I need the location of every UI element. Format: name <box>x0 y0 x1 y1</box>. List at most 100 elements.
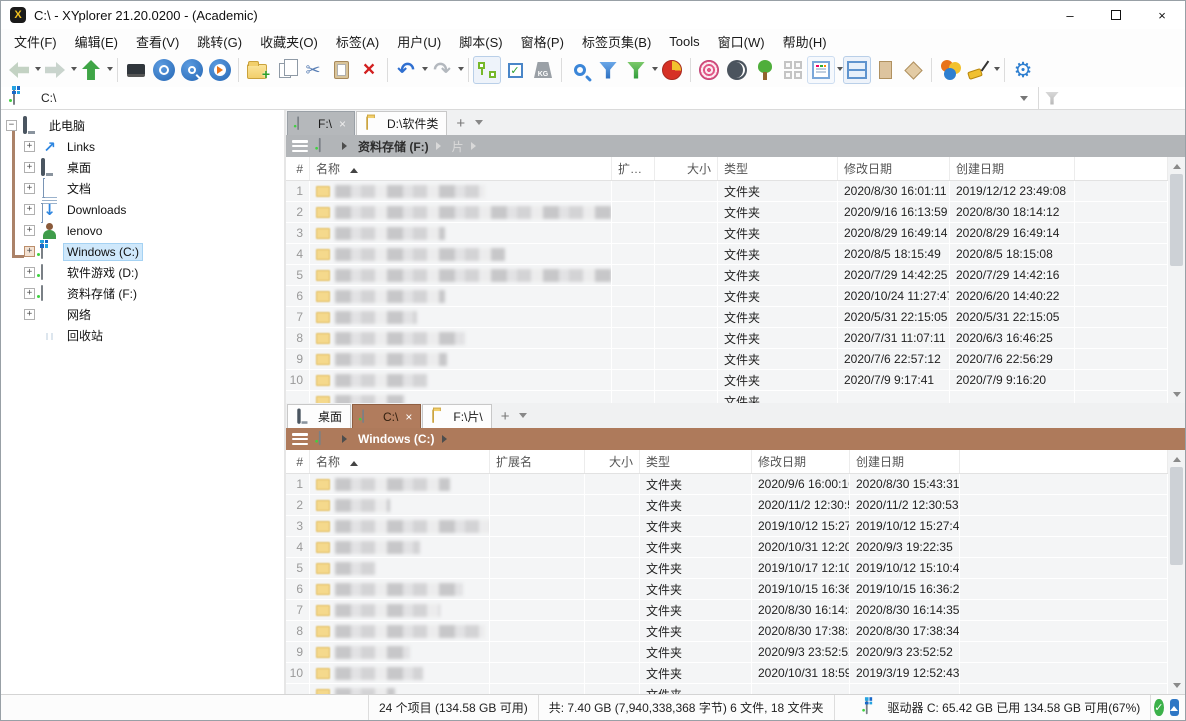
pane-menu-icon[interactable] <box>292 140 308 152</box>
status-ok-icon[interactable]: ✓ <box>1154 699 1163 716</box>
vertical-scrollbar[interactable] <box>1168 450 1185 694</box>
column-header-创建日期[interactable]: 创建日期 <box>850 450 960 473</box>
horizontal-panes-button[interactable] <box>843 56 871 84</box>
file-row[interactable]: 5文件夹2020/7/29 14:42:252020/7/29 14:42:16 <box>286 265 1168 286</box>
scroll-down-icon[interactable] <box>1168 386 1185 403</box>
address-bar[interactable]: C:\ <box>1 87 1185 110</box>
file-row[interactable]: 2文件夹2020/11/2 12:30:532020/11/2 12:30:53 <box>286 495 1168 516</box>
file-row[interactable]: 6文件夹2020/10/24 11:27:472020/6/20 14:40:2… <box>286 286 1168 307</box>
tree-item-label[interactable]: 软件游戏 (D:) <box>63 262 142 283</box>
redo-dropdown[interactable] <box>458 67 464 74</box>
tree-item-Links[interactable]: +↗Links <box>1 136 284 157</box>
menu-item-9[interactable]: 标签页集(B) <box>573 29 660 54</box>
tab-D:\软件类[interactable]: D:\软件类 <box>356 111 447 135</box>
file-row[interactable]: 1文件夹2020/9/6 16:00:162020/8/30 15:43:31 <box>286 474 1168 495</box>
menu-item-0[interactable]: 文件(F) <box>5 29 66 54</box>
maximize-button[interactable] <box>1093 1 1139 29</box>
seasonal-tree-button[interactable] <box>751 56 779 84</box>
column-header-大小[interactable]: 大小 <box>585 450 640 473</box>
configuration-button[interactable]: ⚙ <box>1009 56 1037 84</box>
tree-expander[interactable]: + <box>24 162 35 173</box>
tree-item-label[interactable]: Links <box>63 138 99 156</box>
tree-item-label[interactable]: 文档 <box>63 178 95 199</box>
file-row[interactable]: 4文件夹2020/8/5 18:15:492020/8/5 18:15:08 <box>286 244 1168 265</box>
crumb-segment[interactable]: Windows (C:) <box>358 432 435 446</box>
thumbnails-view-button[interactable] <box>779 56 807 84</box>
new-folder-button[interactable]: + <box>243 56 271 84</box>
tree-expander[interactable]: + <box>24 267 35 278</box>
file-row[interactable]: 9文件夹2020/9/3 23:52:522020/9/3 23:52:52 <box>286 642 1168 663</box>
tree-item-此电脑[interactable]: − 此电脑 <box>1 115 284 136</box>
folder-sizes-button[interactable]: KG <box>529 56 557 84</box>
column-header-#[interactable]: # <box>286 157 310 180</box>
tree-item-label[interactable]: 桌面 <box>63 157 95 178</box>
tree-item-label[interactable]: Windows (C:) <box>63 243 143 261</box>
new-tab-button[interactable]: + <box>456 115 465 132</box>
file-row[interactable]: 8文件夹2020/8/30 17:38:342020/8/30 17:38:34 <box>286 621 1168 642</box>
tree-expander[interactable]: + <box>24 204 35 215</box>
file-row[interactable]: 10文件夹2020/10/31 18:59:502019/3/19 12:52:… <box>286 663 1168 684</box>
menu-item-10[interactable]: Tools <box>660 31 708 52</box>
status-queue-icon[interactable] <box>1170 699 1180 716</box>
column-header-名称[interactable]: 名称 <box>310 157 612 180</box>
file-row[interactable]: 3文件夹2019/10/12 15:27:402019/10/12 15:27:… <box>286 516 1168 537</box>
file-row[interactable]: 7文件夹2020/8/30 16:14:352020/8/30 16:14:35 <box>286 600 1168 621</box>
spot-jump-button[interactable] <box>695 56 723 84</box>
file-row[interactable]: 1文件夹2020/8/30 16:01:112019/12/12 23:49:0… <box>286 181 1168 202</box>
file-row[interactable]: 9文件夹2020/7/6 22:57:122020/7/6 22:56:29 <box>286 349 1168 370</box>
pane-menu-icon[interactable] <box>292 433 308 445</box>
forward-button[interactable] <box>41 56 69 84</box>
tree-item-软件游戏 (D:)[interactable]: + 软件游戏 (D:) <box>1 262 284 283</box>
vertical-scrollbar[interactable] <box>1168 157 1185 403</box>
close-button[interactable]: × <box>1139 1 1185 29</box>
dark-mode-button[interactable] <box>723 56 751 84</box>
tab-close-icon[interactable]: × <box>339 119 346 129</box>
new-tab-button[interactable]: + <box>501 408 510 425</box>
roller-dropdown[interactable] <box>994 67 1000 74</box>
file-row[interactable]: 文件夹 <box>286 391 1168 403</box>
tree-item-lenovo[interactable]: +lenovo <box>1 220 284 241</box>
column-header-扩展名[interactable]: 扩展名 <box>490 450 585 473</box>
menu-item-6[interactable]: 用户(U) <box>388 29 450 54</box>
file-row[interactable]: 6文件夹2019/10/15 16:36:242019/10/15 16:36:… <box>286 579 1168 600</box>
tag-button[interactable] <box>899 56 927 84</box>
file-row[interactable]: 3文件夹2020/8/29 16:49:142020/8/29 16:49:14 <box>286 223 1168 244</box>
scroll-up-icon[interactable] <box>1168 450 1185 467</box>
column-header-#[interactable]: # <box>286 450 310 473</box>
tree-expander[interactable]: + <box>24 288 35 299</box>
file-row[interactable]: 4文件夹2020/10/31 12:20:252020/9/3 19:22:35 <box>286 537 1168 558</box>
tree-item-label[interactable]: 网络 <box>63 304 95 325</box>
filter-input[interactable] <box>1039 87 1185 109</box>
undo-button[interactable]: ↶ <box>392 56 420 84</box>
address-value[interactable]: C:\ <box>41 91 56 105</box>
column-header-类型[interactable]: 类型 <box>718 157 838 180</box>
tree-item-label[interactable]: 此电脑 <box>45 115 89 136</box>
menu-item-7[interactable]: 脚本(S) <box>450 29 511 54</box>
menu-item-5[interactable]: 标签(A) <box>327 29 388 54</box>
tree-expander[interactable]: + <box>24 246 35 257</box>
file-row[interactable]: 8文件夹2020/7/31 11:07:112020/6/3 16:46:25 <box>286 328 1168 349</box>
menu-item-1[interactable]: 编辑(E) <box>66 29 127 54</box>
tab-F:\[interactable]: F:\× <box>287 111 355 135</box>
tree-expander[interactable]: − <box>6 120 17 131</box>
scroll-down-icon[interactable] <box>1168 677 1185 694</box>
toggle-checkboxes-button[interactable]: ✓ <box>501 56 529 84</box>
file-row[interactable]: 5文件夹2019/10/17 12:10:292019/10/12 15:10:… <box>286 558 1168 579</box>
column-header-创建日期[interactable]: 创建日期 <box>950 157 1075 180</box>
redo-button[interactable]: ↷ <box>428 56 456 84</box>
tree-item-Windows (C:)[interactable]: + Windows (C:) <box>1 241 284 262</box>
find-files-button[interactable] <box>566 56 594 84</box>
tab-list-dropdown[interactable] <box>475 120 483 129</box>
up-dropdown[interactable] <box>107 67 113 74</box>
tree-item-label[interactable]: Downloads <box>63 201 130 219</box>
preview-pane-button[interactable] <box>871 56 899 84</box>
tree-item-label[interactable]: lenovo <box>63 222 106 240</box>
scrollbar-thumb[interactable] <box>1170 467 1183 565</box>
go-to-button[interactable] <box>206 56 234 84</box>
tree-item-文档[interactable]: +文档 <box>1 178 284 199</box>
size-pie-button[interactable] <box>658 56 686 84</box>
delete-button[interactable]: × <box>355 56 383 84</box>
toggle-tree-button[interactable] <box>473 56 501 84</box>
file-row[interactable]: 10文件夹2020/7/9 9:17:412020/7/9 9:16:20 <box>286 370 1168 391</box>
scrollbar-thumb[interactable] <box>1170 174 1183 266</box>
